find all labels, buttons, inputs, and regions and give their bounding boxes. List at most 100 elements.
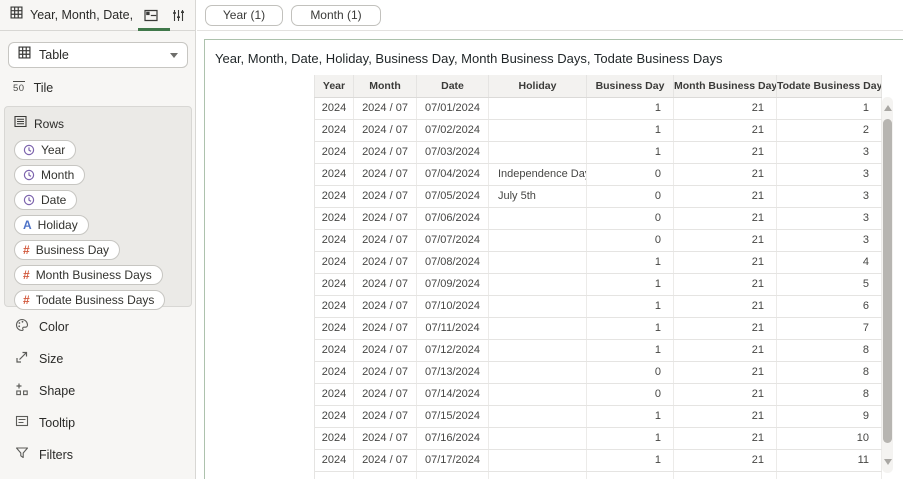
tool-label: Tooltip bbox=[39, 416, 76, 430]
column-header-date[interactable]: Date bbox=[416, 75, 489, 98]
cell-month-business-days: 21 bbox=[673, 295, 777, 318]
table-row[interactable]: 2024 2024 / 07 07/17/2024 1 21 11 bbox=[314, 449, 882, 472]
table-row[interactable]: 2024 2024 / 07 07/16/2024 1 21 10 bbox=[314, 427, 882, 450]
grammar-tools: Color Size Shape Tooltip Filters bbox=[0, 311, 195, 471]
cell-month: 2024 / 07 bbox=[353, 141, 417, 164]
column-header-month-business-days[interactable]: Month Business Days bbox=[673, 75, 777, 98]
drop-target-color[interactable]: Color bbox=[0, 311, 195, 343]
table-row[interactable]: 2024 2024 / 07 07/10/2024 1 21 6 bbox=[314, 295, 882, 318]
tile-viz-option[interactable]: 50 Tile bbox=[13, 79, 53, 96]
cell-business-day: 0 bbox=[586, 185, 674, 208]
cell-date: 07/12/2024 bbox=[416, 339, 489, 362]
cell-date: 07/11/2024 bbox=[416, 317, 489, 340]
pill-date[interactable]: Date bbox=[14, 190, 78, 210]
cell-month-business-days: 21 bbox=[673, 383, 777, 406]
cell-business-day: 1 bbox=[586, 251, 674, 274]
cell-month-business-days: 21 bbox=[673, 185, 777, 208]
properties-sliders-icon[interactable] bbox=[172, 9, 185, 22]
grammar-panel-tab-icon[interactable] bbox=[144, 9, 158, 22]
cell-business-day: 1 bbox=[586, 317, 674, 340]
cell-holiday bbox=[488, 273, 587, 296]
column-header-business-day[interactable]: Business Day bbox=[586, 75, 674, 98]
cell-month: 2024 / 07 bbox=[353, 317, 417, 340]
rows-header: Rows bbox=[14, 115, 182, 133]
cell-business-day: 1 bbox=[586, 119, 674, 142]
table-row[interactable]: 2024 2024 / 07 07/15/2024 1 21 9 bbox=[314, 405, 882, 428]
cell-business-day: 1 bbox=[586, 273, 674, 296]
table-row[interactable]: 2024 2024 / 07 07/06/2024 0 21 3 bbox=[314, 207, 882, 230]
cell-todate-business-days: 5 bbox=[776, 273, 882, 296]
table-row[interactable]: 2024 2024 / 07 07/08/2024 1 21 4 bbox=[314, 251, 882, 274]
column-header-holiday[interactable]: Holiday bbox=[488, 75, 587, 98]
filter-bar: Year (1) Month (1) bbox=[197, 0, 903, 31]
table-row[interactable]: 2024 2024 / 07 07/11/2024 1 21 7 bbox=[314, 317, 882, 340]
table-row[interactable]: 2024 2024 / 07 07/02/2024 1 21 2 bbox=[314, 119, 882, 142]
cell-month: 2024 / 07 bbox=[353, 361, 417, 384]
table-row[interactable]: 2024 2024 / 07 07/13/2024 0 21 8 bbox=[314, 361, 882, 384]
column-header-year[interactable]: Year bbox=[314, 75, 354, 98]
cell-month: 2024 / 07 bbox=[353, 185, 417, 208]
filter-chip-year[interactable]: Year (1) bbox=[205, 4, 283, 26]
cell-holiday bbox=[488, 119, 587, 142]
vertical-scrollbar[interactable] bbox=[882, 97, 893, 473]
table-row[interactable]: 2024 2024 / 07 07/01/2024 1 21 1 bbox=[314, 97, 882, 120]
tool-label: Color bbox=[39, 320, 69, 334]
cell-month: 2024 / 07 bbox=[353, 405, 417, 428]
cell-business-day: 0 bbox=[586, 163, 674, 186]
cell-todate-business-days: 10 bbox=[776, 427, 882, 450]
cell-year: 2024 bbox=[314, 185, 354, 208]
drop-target-tooltip[interactable]: Tooltip bbox=[0, 407, 195, 439]
pill-label: Date bbox=[41, 193, 67, 207]
drop-target-shape[interactable]: Shape bbox=[0, 375, 195, 407]
cell-date: 07/09/2024 bbox=[416, 273, 489, 296]
cell-todate-business-days: 3 bbox=[776, 141, 882, 164]
table-row[interactable]: 2024 2024 / 07 07/09/2024 1 21 5 bbox=[314, 273, 882, 296]
rows-icon bbox=[14, 115, 27, 133]
scroll-up-arrow-icon[interactable] bbox=[883, 105, 892, 111]
pill-holiday[interactable]: A Holiday bbox=[14, 215, 89, 235]
cell-holiday bbox=[488, 207, 587, 230]
cell-year: 2024 bbox=[314, 251, 354, 274]
scrollbar-thumb[interactable] bbox=[883, 119, 892, 443]
cell-holiday bbox=[488, 361, 587, 384]
pill-month[interactable]: Month bbox=[14, 165, 86, 185]
drop-target-filters[interactable]: Filters bbox=[0, 439, 195, 471]
cell-month-business-days: 21 bbox=[673, 449, 777, 472]
cell-year: 2024 bbox=[314, 141, 354, 164]
table-row[interactable]: 2024 2024 / 07 07/04/2024 Independence D… bbox=[314, 163, 882, 186]
cell-todate-business-days: 7 bbox=[776, 317, 882, 340]
pill-business-day[interactable]: # Business Day bbox=[14, 240, 121, 260]
drop-target-size[interactable]: Size bbox=[0, 343, 195, 375]
cell-year: 2024 bbox=[314, 97, 354, 120]
filter-chip-month[interactable]: Month (1) bbox=[291, 4, 381, 26]
visualization-canvas[interactable]: Year, Month, Date, Holiday, Business Day… bbox=[204, 39, 903, 479]
table-row[interactable]: 2024 2024 / 07 07/05/2024 July 5th 0 21 … bbox=[314, 185, 882, 208]
cell-holiday bbox=[488, 141, 587, 164]
table-row[interactable]: 2024 2024 / 07 07/14/2024 0 21 8 bbox=[314, 383, 882, 406]
shape-icon bbox=[15, 382, 29, 401]
cell-year: 2024 bbox=[314, 449, 354, 472]
tile-label: Tile bbox=[33, 80, 54, 95]
rows-panel-label: Rows bbox=[34, 117, 65, 131]
clock-icon bbox=[23, 169, 35, 181]
pill-todate-business-days[interactable]: # Todate Business Days bbox=[14, 290, 166, 310]
viz-type-dropdown[interactable]: Table bbox=[8, 42, 188, 68]
cell-todate-business-days: 1 bbox=[776, 97, 882, 120]
pill-month-business-days[interactable]: # Month Business Days bbox=[14, 265, 163, 285]
column-header-todate-business-days[interactable]: Todate Business Days bbox=[776, 75, 882, 98]
table-row[interactable]: 2024 2024 / 07 07/03/2024 1 21 3 bbox=[314, 141, 882, 164]
pill-year[interactable]: Year bbox=[14, 140, 77, 160]
cell-date: 07/15/2024 bbox=[416, 405, 489, 428]
cell-todate-business-days: 2 bbox=[776, 119, 882, 142]
column-header-month[interactable]: Month bbox=[353, 75, 417, 98]
cell-month: 2024 / 07 bbox=[353, 273, 417, 296]
cell-year: 2024 bbox=[314, 383, 354, 406]
table-row[interactable]: 2024 2024 / 07 07/07/2024 0 21 3 bbox=[314, 229, 882, 252]
scroll-down-arrow-icon[interactable] bbox=[883, 459, 892, 465]
cell-month: 2024 / 07 bbox=[353, 119, 417, 142]
pill-label: Business Day bbox=[35, 243, 110, 257]
cell-month-business-days: 21 bbox=[673, 229, 777, 252]
table-row[interactable]: 2024 2024 / 07 07/12/2024 1 21 8 bbox=[314, 339, 882, 362]
cell-month: 2024 / 07 bbox=[353, 163, 417, 186]
cell-month-business-days: 21 bbox=[673, 251, 777, 274]
